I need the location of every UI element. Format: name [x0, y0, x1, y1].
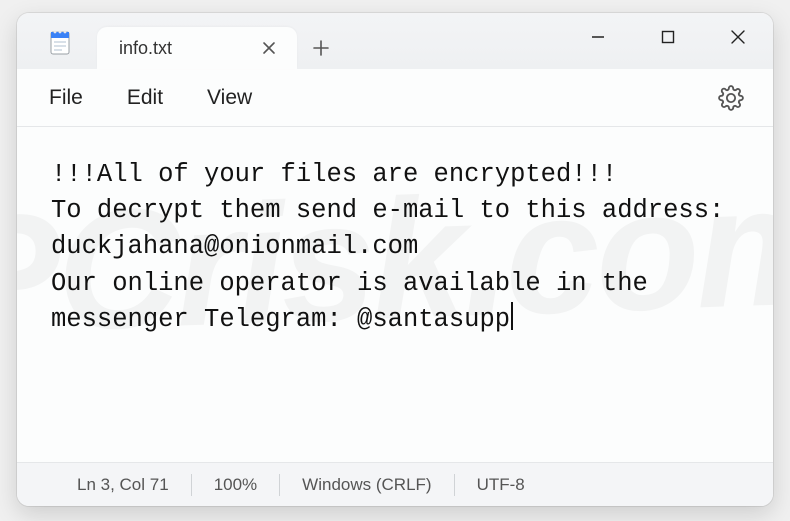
notepad-icon: [47, 27, 73, 57]
plus-icon: [312, 39, 330, 57]
window-controls: [563, 13, 773, 61]
notepad-window: info.txt File Edit View: [17, 13, 773, 506]
settings-button[interactable]: [709, 76, 753, 120]
gear-icon: [718, 85, 744, 111]
document-text: !!!All of your files are encrypted!!! To…: [51, 160, 740, 334]
text-editor[interactable]: !!!All of your files are encrypted!!! To…: [17, 127, 773, 462]
tab-strip: info.txt: [97, 13, 345, 69]
minimize-icon: [590, 29, 606, 45]
status-encoding[interactable]: UTF-8: [455, 475, 547, 495]
menu-file[interactable]: File: [27, 78, 105, 118]
statusbar: Ln 3, Col 71 100% Windows (CRLF) UTF-8: [17, 462, 773, 506]
menu-edit[interactable]: Edit: [105, 78, 185, 118]
menubar: File Edit View: [17, 69, 773, 127]
close-icon: [730, 29, 746, 45]
titlebar: info.txt: [17, 13, 773, 69]
menu-view[interactable]: View: [185, 78, 274, 118]
new-tab-button[interactable]: [297, 27, 345, 69]
text-caret: [511, 302, 513, 330]
maximize-icon: [661, 30, 675, 44]
maximize-button[interactable]: [633, 13, 703, 61]
status-zoom[interactable]: 100%: [192, 475, 279, 495]
minimize-button[interactable]: [563, 13, 633, 61]
window-close-button[interactable]: [703, 13, 773, 61]
tab-active[interactable]: info.txt: [97, 27, 297, 69]
status-cursor-position[interactable]: Ln 3, Col 71: [55, 475, 191, 495]
status-line-ending[interactable]: Windows (CRLF): [280, 475, 453, 495]
close-icon[interactable]: [255, 34, 283, 62]
tab-title: info.txt: [119, 38, 255, 59]
